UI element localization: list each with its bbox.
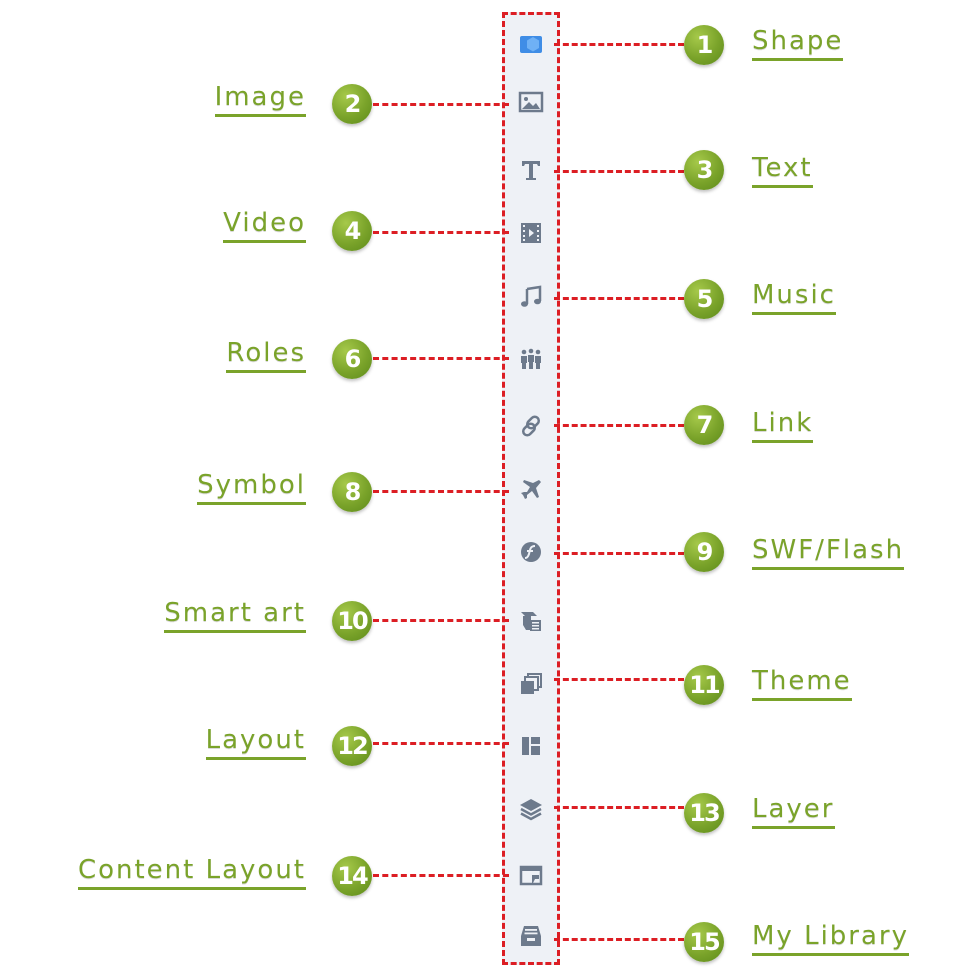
badge-2: 2 (332, 84, 372, 124)
leader-line-7 (554, 424, 684, 427)
leader-line-15 (554, 938, 684, 941)
badge-15: 15 (684, 922, 724, 962)
label-content-layout: Content Layout (77, 855, 306, 890)
tool-layer[interactable] (512, 790, 550, 828)
tool-smart-art[interactable] (512, 602, 550, 640)
tool-roles[interactable] (512, 340, 550, 378)
tool-theme[interactable] (512, 665, 550, 703)
tool-flash[interactable] (512, 533, 550, 571)
leader-line-1 (554, 43, 684, 46)
badge-10: 10 (332, 601, 372, 641)
theme-icon (521, 673, 542, 694)
label-shape: Shape (752, 26, 844, 61)
leader-line-9 (554, 552, 684, 555)
label-image: Image (214, 82, 306, 117)
label-video: Video (223, 208, 306, 243)
leader-line-8 (373, 490, 509, 493)
image-icon (518, 91, 544, 113)
badge-12: 12 (332, 726, 372, 766)
text-icon (522, 161, 540, 180)
label-symbol: Symbol (197, 470, 306, 505)
badge-7: 7 (684, 405, 724, 445)
tool-link[interactable] (512, 407, 550, 445)
label-link: Link (752, 408, 814, 443)
label-layer: Layer (752, 794, 835, 829)
tool-symbol[interactable] (512, 470, 550, 508)
link-icon (521, 415, 541, 437)
tool-content-layout[interactable] (512, 857, 550, 895)
leader-line-2 (373, 103, 509, 106)
content-layout-icon (519, 865, 543, 886)
leader-line-3 (554, 170, 684, 173)
badge-9: 9 (684, 532, 724, 572)
tool-library[interactable] (512, 917, 550, 955)
tool-music[interactable] (512, 278, 550, 316)
badge-13: 13 (684, 793, 724, 833)
video-icon (521, 223, 541, 243)
layout-icon (522, 737, 540, 755)
label-text: Text (752, 153, 813, 188)
flash-icon (521, 542, 541, 562)
leader-line-5 (554, 297, 684, 300)
leader-line-11 (554, 678, 684, 681)
badge-4: 4 (332, 211, 372, 251)
library-icon (521, 926, 541, 946)
label-music: Music (752, 280, 836, 315)
badge-5: 5 (684, 279, 724, 319)
leader-line-6 (373, 357, 509, 360)
leader-line-10 (373, 619, 509, 622)
leader-line-4 (373, 231, 509, 234)
tool-text[interactable] (512, 151, 550, 189)
smart-art-icon (521, 612, 541, 631)
label-layout: Layout (205, 725, 306, 760)
badge-6: 6 (332, 339, 372, 379)
plane-icon (521, 480, 541, 499)
label-theme: Theme (752, 666, 852, 701)
music-icon (521, 285, 542, 307)
tool-image[interactable] (512, 83, 550, 121)
roles-icon (521, 348, 541, 369)
tool-layout[interactable] (512, 727, 550, 765)
tool-video[interactable] (512, 214, 550, 252)
badge-8: 8 (332, 472, 372, 512)
leader-line-12 (373, 742, 509, 745)
label-roles: Roles (226, 338, 306, 373)
tool-shape[interactable] (512, 25, 550, 63)
label-flash: SWF/Flash (752, 535, 905, 570)
badge-3: 3 (684, 150, 724, 190)
badge-11: 11 (684, 665, 724, 705)
layers-icon (520, 799, 542, 821)
leader-line-14 (373, 874, 509, 877)
badge-1: 1 (684, 25, 724, 65)
label-smart-art: Smart art (164, 598, 306, 633)
badge-14: 14 (332, 856, 372, 896)
shape-icon (520, 36, 542, 53)
label-my-library: My Library (752, 921, 909, 956)
leader-line-13 (554, 806, 684, 809)
